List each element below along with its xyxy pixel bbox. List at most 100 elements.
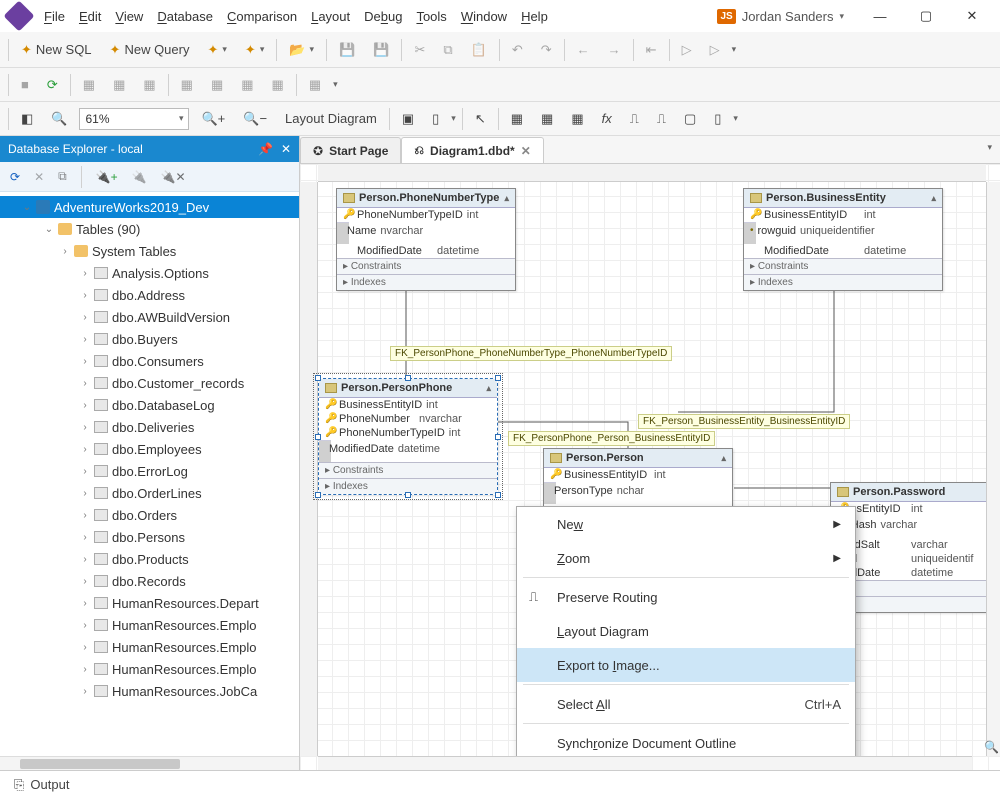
fit-button[interactable]: ◧ — [15, 107, 39, 131]
select-tool-button[interactable]: ↖ — [469, 107, 492, 131]
tree-table-item[interactable]: ›HumanResources.JobCa — [0, 680, 299, 702]
ctx-sync-outline[interactable]: Synchronize Document Outline — [517, 726, 855, 760]
copy-tree-button[interactable]: ⧉ — [58, 169, 67, 184]
open-button[interactable]: 📂▾ — [283, 38, 320, 62]
menu-file[interactable]: File — [38, 5, 71, 28]
fk-label-3[interactable]: FK_Person_BusinessEntity_BusinessEntityI… — [638, 414, 850, 429]
new-sql-button[interactable]: ✦New SQL — [15, 38, 98, 62]
tool-ico-1[interactable]: ▦ — [77, 73, 101, 97]
entity-phone-number-type[interactable]: Person.PhoneNumberType▴ 🔑PhoneNumberType… — [336, 188, 516, 291]
refresh-explorer-button[interactable]: ⟳ — [10, 170, 20, 184]
func-tool-button[interactable]: fx — [596, 107, 618, 130]
tree-table-item[interactable]: ›dbo.Deliveries — [0, 416, 299, 438]
cut-button[interactable]: ✂ — [408, 38, 431, 62]
run-all-button[interactable]: ▷ — [704, 38, 726, 62]
outdent-button[interactable]: ⇤ — [640, 38, 663, 62]
tree-table-item[interactable]: ›HumanResources.Depart — [0, 592, 299, 614]
explorer-header[interactable]: Database Explorer - local 📌 ✕ — [0, 136, 299, 162]
entity-person-phone[interactable]: Person.PersonPhone▴ 🔑BusinessEntityIDint… — [318, 378, 498, 495]
new-doc-button[interactable]: ✦▾ — [239, 38, 270, 62]
delete-button[interactable]: ✕ — [34, 170, 44, 184]
canvas-scrollbar-v[interactable] — [986, 182, 1000, 756]
ctx-new[interactable]: New▶ — [517, 507, 855, 541]
fk-label-2[interactable]: FK_PersonPhone_Person_BusinessEntityID — [508, 431, 715, 446]
run-button[interactable]: ▷ — [676, 38, 698, 62]
canvas-scrollbar-h[interactable] — [318, 756, 972, 770]
menu-database[interactable]: Database — [151, 5, 219, 28]
tree-table-item[interactable]: ›dbo.Persons — [0, 526, 299, 548]
toolbar3-overflow-icon[interactable]: ▾ — [733, 113, 738, 124]
pin-icon[interactable]: 📌 — [258, 142, 273, 156]
tree-tables-node[interactable]: ⌄Tables (90) — [0, 218, 299, 240]
ctx-select-all[interactable]: Select AllCtrl+A — [517, 687, 855, 721]
new-query-button[interactable]: ✦New Query — [104, 38, 196, 62]
tree-table-item[interactable]: ›dbo.Address — [0, 284, 299, 306]
search-button[interactable]: 🔍 — [45, 107, 73, 131]
tree-table-item[interactable]: ›dbo.OrderLines — [0, 482, 299, 504]
tool-ico-4[interactable]: ▦ — [175, 73, 199, 97]
rel-tool-1-button[interactable]: ⎍ — [624, 107, 645, 131]
redo-button[interactable]: ↷ — [535, 38, 558, 62]
tree-system-tables[interactable]: ›System Tables — [0, 240, 299, 262]
nav-forward-button[interactable]: → — [602, 38, 627, 61]
layout-diagram-button[interactable]: Layout Diagram — [279, 107, 383, 130]
connect-button[interactable]: 🔌 — [132, 170, 147, 184]
group-button[interactable]: ▣ — [396, 107, 420, 131]
tool-ico-3[interactable]: ▦ — [137, 73, 161, 97]
copy-button[interactable]: ⧉ — [437, 38, 458, 62]
paste-button[interactable]: 📋 — [465, 38, 493, 62]
toolbar-overflow-icon[interactable]: ▾ — [732, 44, 737, 55]
tree-db-node[interactable]: ⌄AdventureWorks2019_Dev — [0, 196, 299, 218]
fk-label-1[interactable]: FK_PersonPhone_PhoneNumberType_PhoneNumb… — [390, 346, 672, 361]
tree-table-item[interactable]: ›dbo.Consumers — [0, 350, 299, 372]
ctx-preserve-routing[interactable]: ⎍Preserve Routing — [517, 580, 855, 614]
table-tool-button[interactable]: ▦ — [505, 107, 529, 131]
refresh-button[interactable]: ⟳ — [41, 73, 64, 97]
new-connection-button[interactable]: 🔌+ — [96, 170, 118, 184]
close-icon[interactable]: ✕ — [281, 142, 291, 156]
nav-back-button[interactable]: ← — [571, 38, 596, 61]
tree-table-item[interactable]: ›dbo.Products — [0, 548, 299, 570]
tree-table-item[interactable]: ›dbo.Buyers — [0, 328, 299, 350]
close-tab-icon[interactable]: ✕ — [521, 144, 531, 158]
window-minimize-button[interactable]: — — [858, 2, 902, 30]
ctx-export-image[interactable]: Export to Image... — [517, 648, 855, 682]
disconnect-button[interactable]: 🔌✕ — [161, 170, 186, 184]
stamp-tool-button[interactable]: ▯ — [708, 107, 727, 131]
output-panel-tab[interactable]: ⎘ Output — [0, 770, 1000, 798]
menu-comparison[interactable]: Comparison — [221, 5, 303, 28]
undo-button[interactable]: ↶ — [506, 38, 529, 62]
tree-table-item[interactable]: ›dbo.Orders — [0, 504, 299, 526]
tree-table-item[interactable]: ›dbo.Customer_records — [0, 372, 299, 394]
tree-table-item[interactable]: ›HumanResources.Emplo — [0, 614, 299, 636]
tabs-overflow-icon[interactable]: ▾ — [987, 142, 992, 153]
tab-start-page[interactable]: ✪Start Page — [300, 137, 401, 163]
window-close-button[interactable]: ✕ — [950, 2, 994, 30]
explorer-scrollbar-h[interactable] — [0, 756, 299, 770]
entity-business-entity[interactable]: Person.BusinessEntity▴ 🔑BusinessEntityID… — [743, 188, 943, 291]
diagram-canvas[interactable]: Person.PhoneNumberType▴ 🔑PhoneNumberType… — [300, 164, 1000, 770]
tree-table-item[interactable]: ›Analysis.Options — [0, 262, 299, 284]
save-button[interactable]: 💾 — [333, 38, 361, 62]
menu-debug[interactable]: Debug — [358, 5, 408, 28]
tool-ico-7[interactable]: ▦ — [266, 73, 290, 97]
tool-ico-8[interactable]: ▦ — [303, 73, 327, 97]
canvas-search-icon[interactable]: 🔍 — [984, 740, 999, 754]
zoom-combo[interactable]: 61%▾ — [79, 108, 189, 130]
user-badge[interactable]: JS Jordan Sanders ▾ — [717, 9, 844, 24]
menu-view[interactable]: View — [109, 5, 149, 28]
tree-table-item[interactable]: ›dbo.Records — [0, 570, 299, 592]
zoom-out-button[interactable]: 🔍− — [237, 107, 273, 131]
menu-edit[interactable]: Edit — [73, 5, 107, 28]
proc-tool-button[interactable]: ▦ — [565, 107, 589, 131]
tool-ico-6[interactable]: ▦ — [235, 73, 259, 97]
note-button[interactable]: ▯ — [426, 107, 445, 131]
menu-help[interactable]: Help — [515, 5, 554, 28]
tool-ico-5[interactable]: ▦ — [205, 73, 229, 97]
rel-tool-2-button[interactable]: ⎍ — [651, 107, 672, 131]
view-tool-button[interactable]: ▦ — [535, 107, 559, 131]
menu-layout[interactable]: Layout — [305, 5, 356, 28]
save-all-button[interactable]: 💾 — [367, 38, 395, 62]
tree-table-item[interactable]: ›dbo.DatabaseLog — [0, 394, 299, 416]
new-item-button[interactable]: ✦▾ — [201, 38, 232, 62]
